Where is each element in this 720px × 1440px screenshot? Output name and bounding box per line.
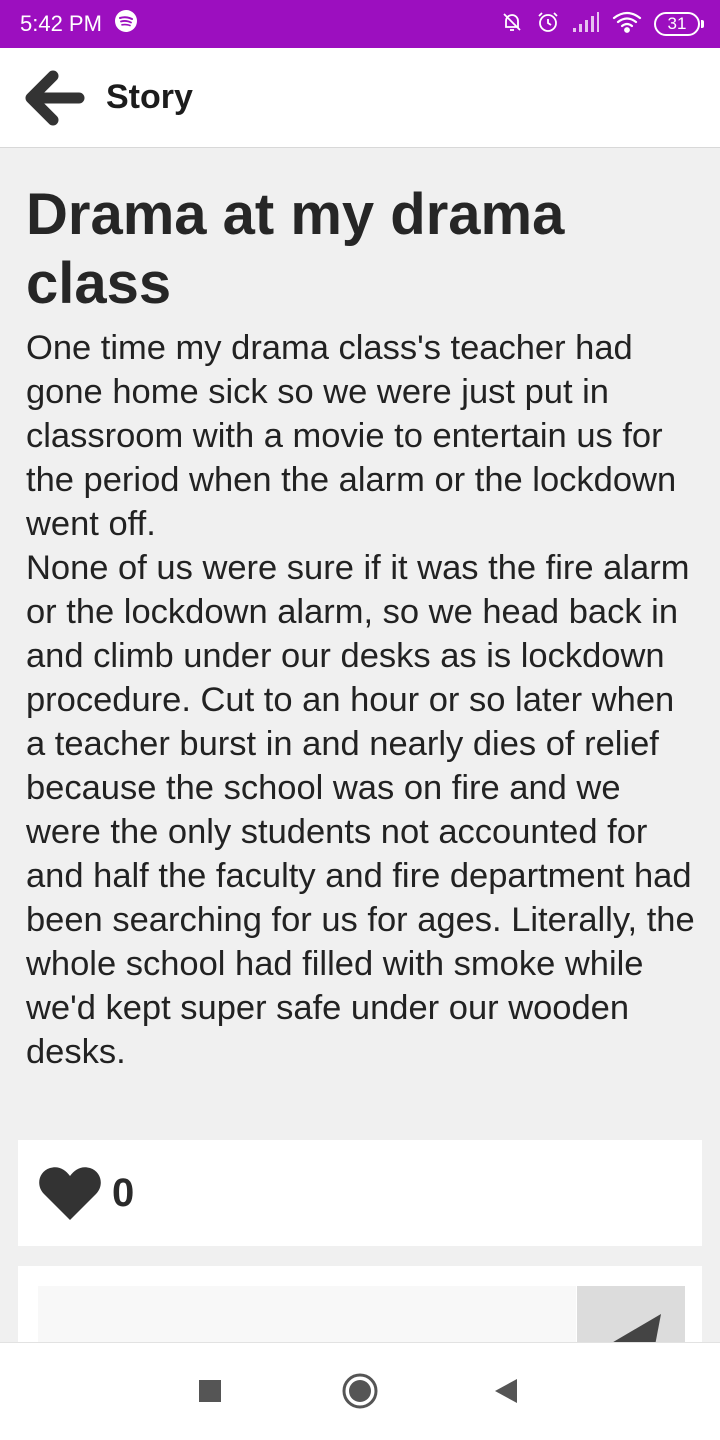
- back-nav-button[interactable]: [482, 1367, 530, 1415]
- like-card: 0: [18, 1140, 702, 1246]
- like-button[interactable]: [38, 1163, 102, 1223]
- home-circle-icon: [342, 1373, 378, 1409]
- story-title: Drama at my drama class: [26, 182, 565, 316]
- signal-icon: [572, 11, 600, 38]
- story-body: One time my drama class's teacher had go…: [26, 329, 695, 1071]
- status-time: 5:42 PM: [20, 11, 102, 36]
- arrow-left-icon: [25, 70, 85, 125]
- back-triangle-icon: [495, 1379, 517, 1403]
- status-left: 5:42 PM: [20, 9, 138, 39]
- status-bar: 5:42 PM 31: [0, 0, 720, 48]
- recents-button[interactable]: [186, 1367, 234, 1415]
- wifi-icon: [612, 11, 642, 38]
- send-icon: [613, 1314, 661, 1342]
- spotify-icon: [114, 9, 138, 39]
- battery-icon: 31: [654, 12, 704, 36]
- recents-square-icon: [199, 1380, 221, 1402]
- story-content[interactable]: Drama at my drama class One time my dram…: [0, 150, 720, 1342]
- home-button[interactable]: [336, 1367, 384, 1415]
- app-bar: Story: [0, 48, 720, 148]
- heart-icon: [39, 1167, 101, 1220]
- like-count: 0: [112, 1170, 135, 1215]
- system-nav-bar: [0, 1342, 720, 1440]
- status-right: 31: [500, 10, 704, 39]
- comment-input[interactable]: [38, 1286, 576, 1342]
- app-bar-title: Story: [106, 78, 193, 116]
- alarm-icon: [536, 10, 560, 39]
- comment-card: [18, 1266, 702, 1342]
- send-button[interactable]: [577, 1286, 685, 1342]
- back-button[interactable]: [16, 60, 92, 136]
- bell-off-icon: [500, 10, 524, 39]
